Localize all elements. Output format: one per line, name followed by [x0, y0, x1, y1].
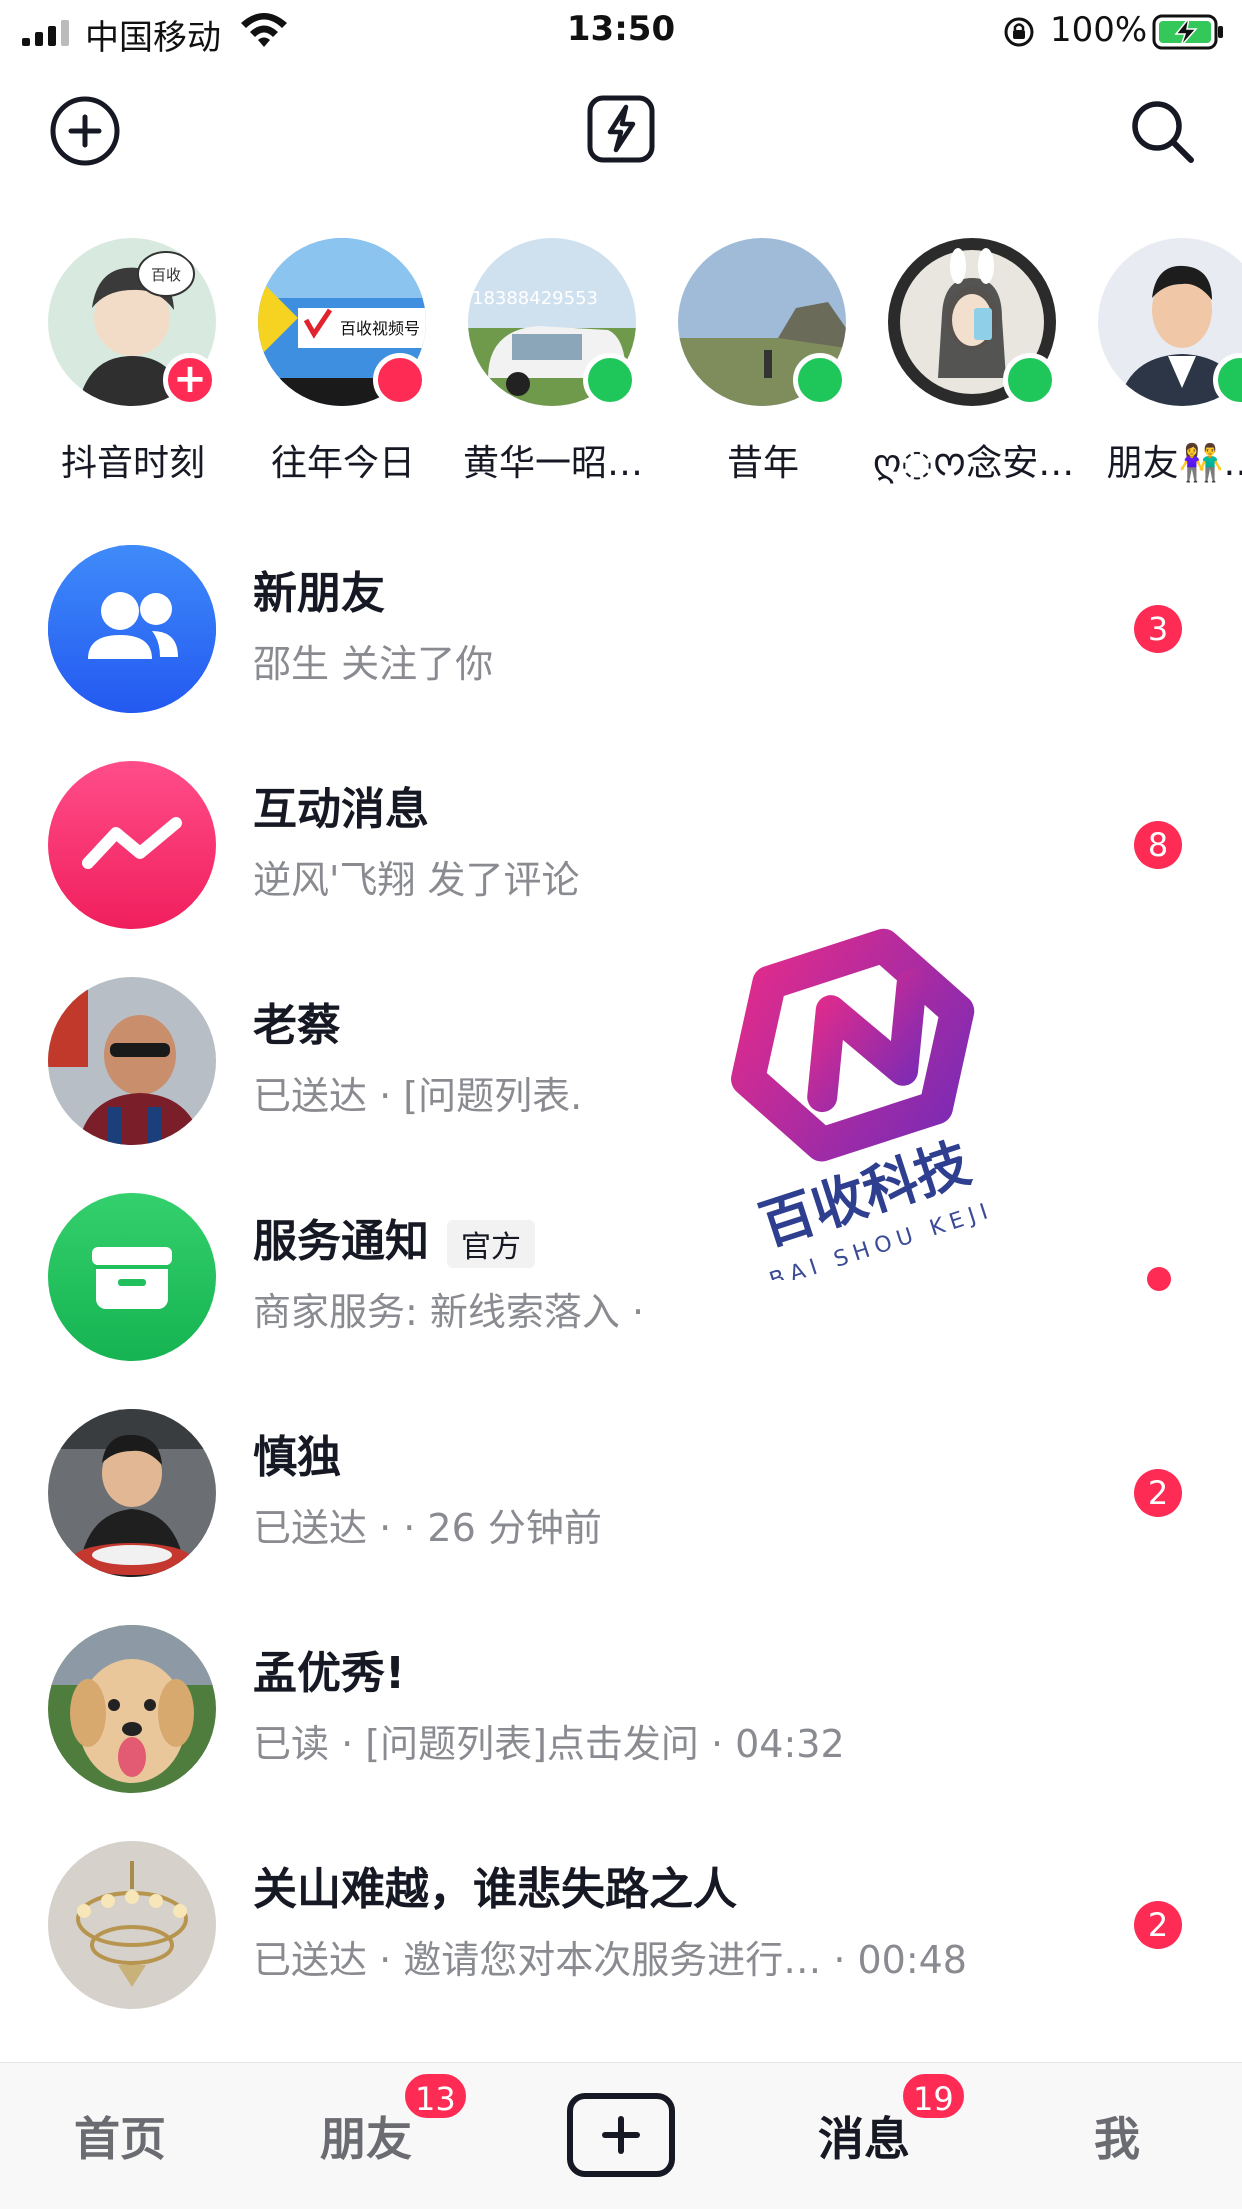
message-row-chat[interactable]: 孟优秀! 已读 · [问题列表]点击发问 · 04:32	[0, 1625, 1242, 1841]
message-preview: 已送达 · 邀请您对本次服务进行… · 00:48	[253, 1938, 967, 1982]
message-row-service-notice[interactable]: 服务通知 官方 商家服务: 新线索落入 ·	[0, 1193, 1242, 1409]
message-title: 互动消息	[253, 784, 429, 835]
tab-friends-label: 朋友	[320, 2112, 412, 2166]
official-tag: 官方	[447, 1220, 535, 1268]
new-friends-icon	[48, 545, 216, 713]
message-row-interactions[interactable]: 互动消息 逆风'飞翔 发了评论 8	[0, 761, 1242, 977]
battery-percent: 100%	[1050, 10, 1148, 50]
interaction-icon	[48, 761, 216, 929]
message-row-new-friends[interactable]: 新朋友 邵生 关注了你 3	[0, 545, 1242, 761]
story-item[interactable]: 朋友👫…	[1083, 238, 1242, 498]
tab-me[interactable]: 我	[1094, 2103, 1140, 2169]
message-title: 关山难越，谁悲失路之人	[253, 1864, 737, 1915]
friends-unread-badge: 13	[402, 2071, 469, 2121]
message-preview: 已读 · [问题列表]点击发问 · 04:32	[253, 1722, 845, 1766]
bottom-tab-bar: 首页 朋友 13 消息 19 我	[0, 2062, 1242, 2209]
story-name: 往年今日	[270, 443, 415, 484]
messages-unread-badge: 19	[900, 2071, 967, 2121]
svg-text:18388429553: 18388429553	[472, 288, 598, 309]
story-name: 黄华一昭…	[462, 443, 643, 484]
svg-text:百收视频号: 百收视频号	[340, 319, 420, 338]
story-name: 昔年	[726, 443, 799, 484]
story-item[interactable]: 百收 + 抖音时刻	[33, 238, 233, 498]
message-preview: 商家服务: 新线索落入 ·	[253, 1290, 645, 1334]
orientation-lock-icon	[1004, 17, 1034, 47]
story-item[interactable]: 百收视频号 往年今日	[243, 238, 443, 498]
avatar	[48, 977, 216, 1145]
message-row-chat[interactable]: 老蔡 已送达 · [问题列表.	[0, 977, 1242, 1193]
avatar	[48, 1841, 216, 2009]
message-title: 新朋友	[253, 568, 385, 619]
message-row-chat[interactable]: 慎独 已送达 · · 26 分钟前 2	[0, 1409, 1242, 1625]
story-name: 朋友👫…	[1106, 443, 1242, 484]
story-item[interactable]: 昔年	[663, 238, 863, 498]
tab-messages-label: 消息	[818, 2112, 910, 2166]
message-title: 服务通知 官方	[253, 1205, 535, 1269]
story-name: 抖音时刻	[60, 443, 205, 484]
tab-friends[interactable]: 朋友 13	[320, 2071, 469, 2169]
service-notice-icon	[48, 1193, 216, 1361]
unread-badge: 8	[1134, 821, 1182, 869]
baishou-logo-icon: 百收科技 BAI SHOU KEJI	[731, 928, 997, 1294]
avatar	[48, 1625, 216, 1793]
search-icon[interactable]	[1125, 94, 1199, 168]
svg-text:百收: 百收	[151, 266, 181, 284]
story-item[interactable]: ღ◌ᰔ念安…	[873, 238, 1073, 498]
add-icon[interactable]	[48, 94, 122, 168]
message-title: 慎独	[253, 1432, 341, 1483]
story-name: ღ◌ᰔ念安…	[873, 443, 1073, 484]
tab-messages[interactable]: 消息 19	[818, 2071, 967, 2169]
message-preview: 已送达 · [问题列表.	[253, 1074, 583, 1118]
brand-watermark: 百收科技 BAI SHOU KEJI	[700, 920, 1040, 1294]
unread-dot	[1147, 1267, 1171, 1291]
story-item[interactable]: 18388429553 黄华一昭…	[453, 238, 653, 498]
status-dot	[373, 353, 427, 407]
online-status-dot	[793, 353, 847, 407]
avatar	[48, 1409, 216, 1577]
status-bar: 中国移动 13:50 100%	[0, 0, 1242, 62]
unread-badge: 3	[1134, 605, 1182, 653]
stories-row: 百收 + 抖音时刻 百收视频号 往年今日 18388429553 黄华一昭… 昔…	[0, 238, 1242, 498]
online-status-dot	[583, 353, 637, 407]
create-post-button[interactable]	[567, 2093, 675, 2177]
add-story-icon[interactable]: +	[163, 353, 217, 407]
message-preview: 逆风'飞翔 发了评论	[253, 858, 580, 902]
battery-charging-icon	[1152, 14, 1223, 50]
message-preview: 邵生 关注了你	[253, 642, 494, 686]
message-preview: 已送达 · · 26 分钟前	[253, 1506, 602, 1550]
online-status-dot	[1003, 353, 1057, 407]
message-row-chat[interactable]: 关山难越，谁悲失路之人 已送达 · 邀请您对本次服务进行… · 00:48 2	[0, 1841, 1242, 2057]
flash-icon[interactable]	[584, 90, 658, 164]
message-title: 老蔡	[253, 1000, 341, 1051]
message-title: 孟优秀!	[253, 1648, 406, 1699]
unread-badge: 2	[1134, 1901, 1182, 1949]
tab-home[interactable]: 首页	[74, 2103, 166, 2169]
unread-badge: 2	[1134, 1469, 1182, 1517]
